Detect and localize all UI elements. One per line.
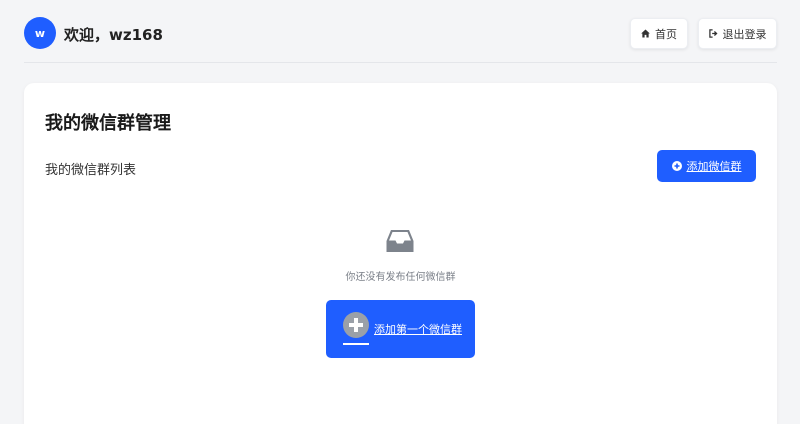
add-first-group-button-label: 添加第一个微信群: [374, 323, 462, 336]
plus-circle-icon: [671, 161, 682, 171]
logout-icon: [708, 29, 717, 38]
page-title: 我的微信群管理: [45, 113, 171, 134]
group-management-card: 我的微信群管理 我的微信群列表 添加微信群 你还没有发布任何微信群 添加第一个微…: [24, 83, 777, 424]
home-icon: [641, 29, 650, 38]
list-section-label: 我的微信群列表: [45, 163, 137, 178]
top-header: w 欢迎，wz168 首页 退出登录: [24, 17, 777, 51]
add-group-button[interactable]: 添加微信群: [657, 150, 756, 182]
header-divider: [24, 62, 777, 63]
empty-state-text: 你还没有发布任何微信群: [345, 272, 456, 283]
add-group-button-label: 添加微信群: [686, 160, 742, 173]
avatar: w: [24, 17, 56, 49]
logout-button-label: 退出登录: [722, 27, 767, 41]
plus-circle-icon: [343, 312, 369, 345]
add-first-group-button[interactable]: 添加第一个微信群: [326, 300, 475, 358]
home-button-label: 首页: [655, 27, 677, 41]
home-button[interactable]: 首页: [630, 18, 688, 49]
inbox-icon: [386, 230, 414, 252]
logout-button[interactable]: 退出登录: [698, 18, 777, 49]
welcome-text: 欢迎，wz168: [64, 26, 163, 44]
